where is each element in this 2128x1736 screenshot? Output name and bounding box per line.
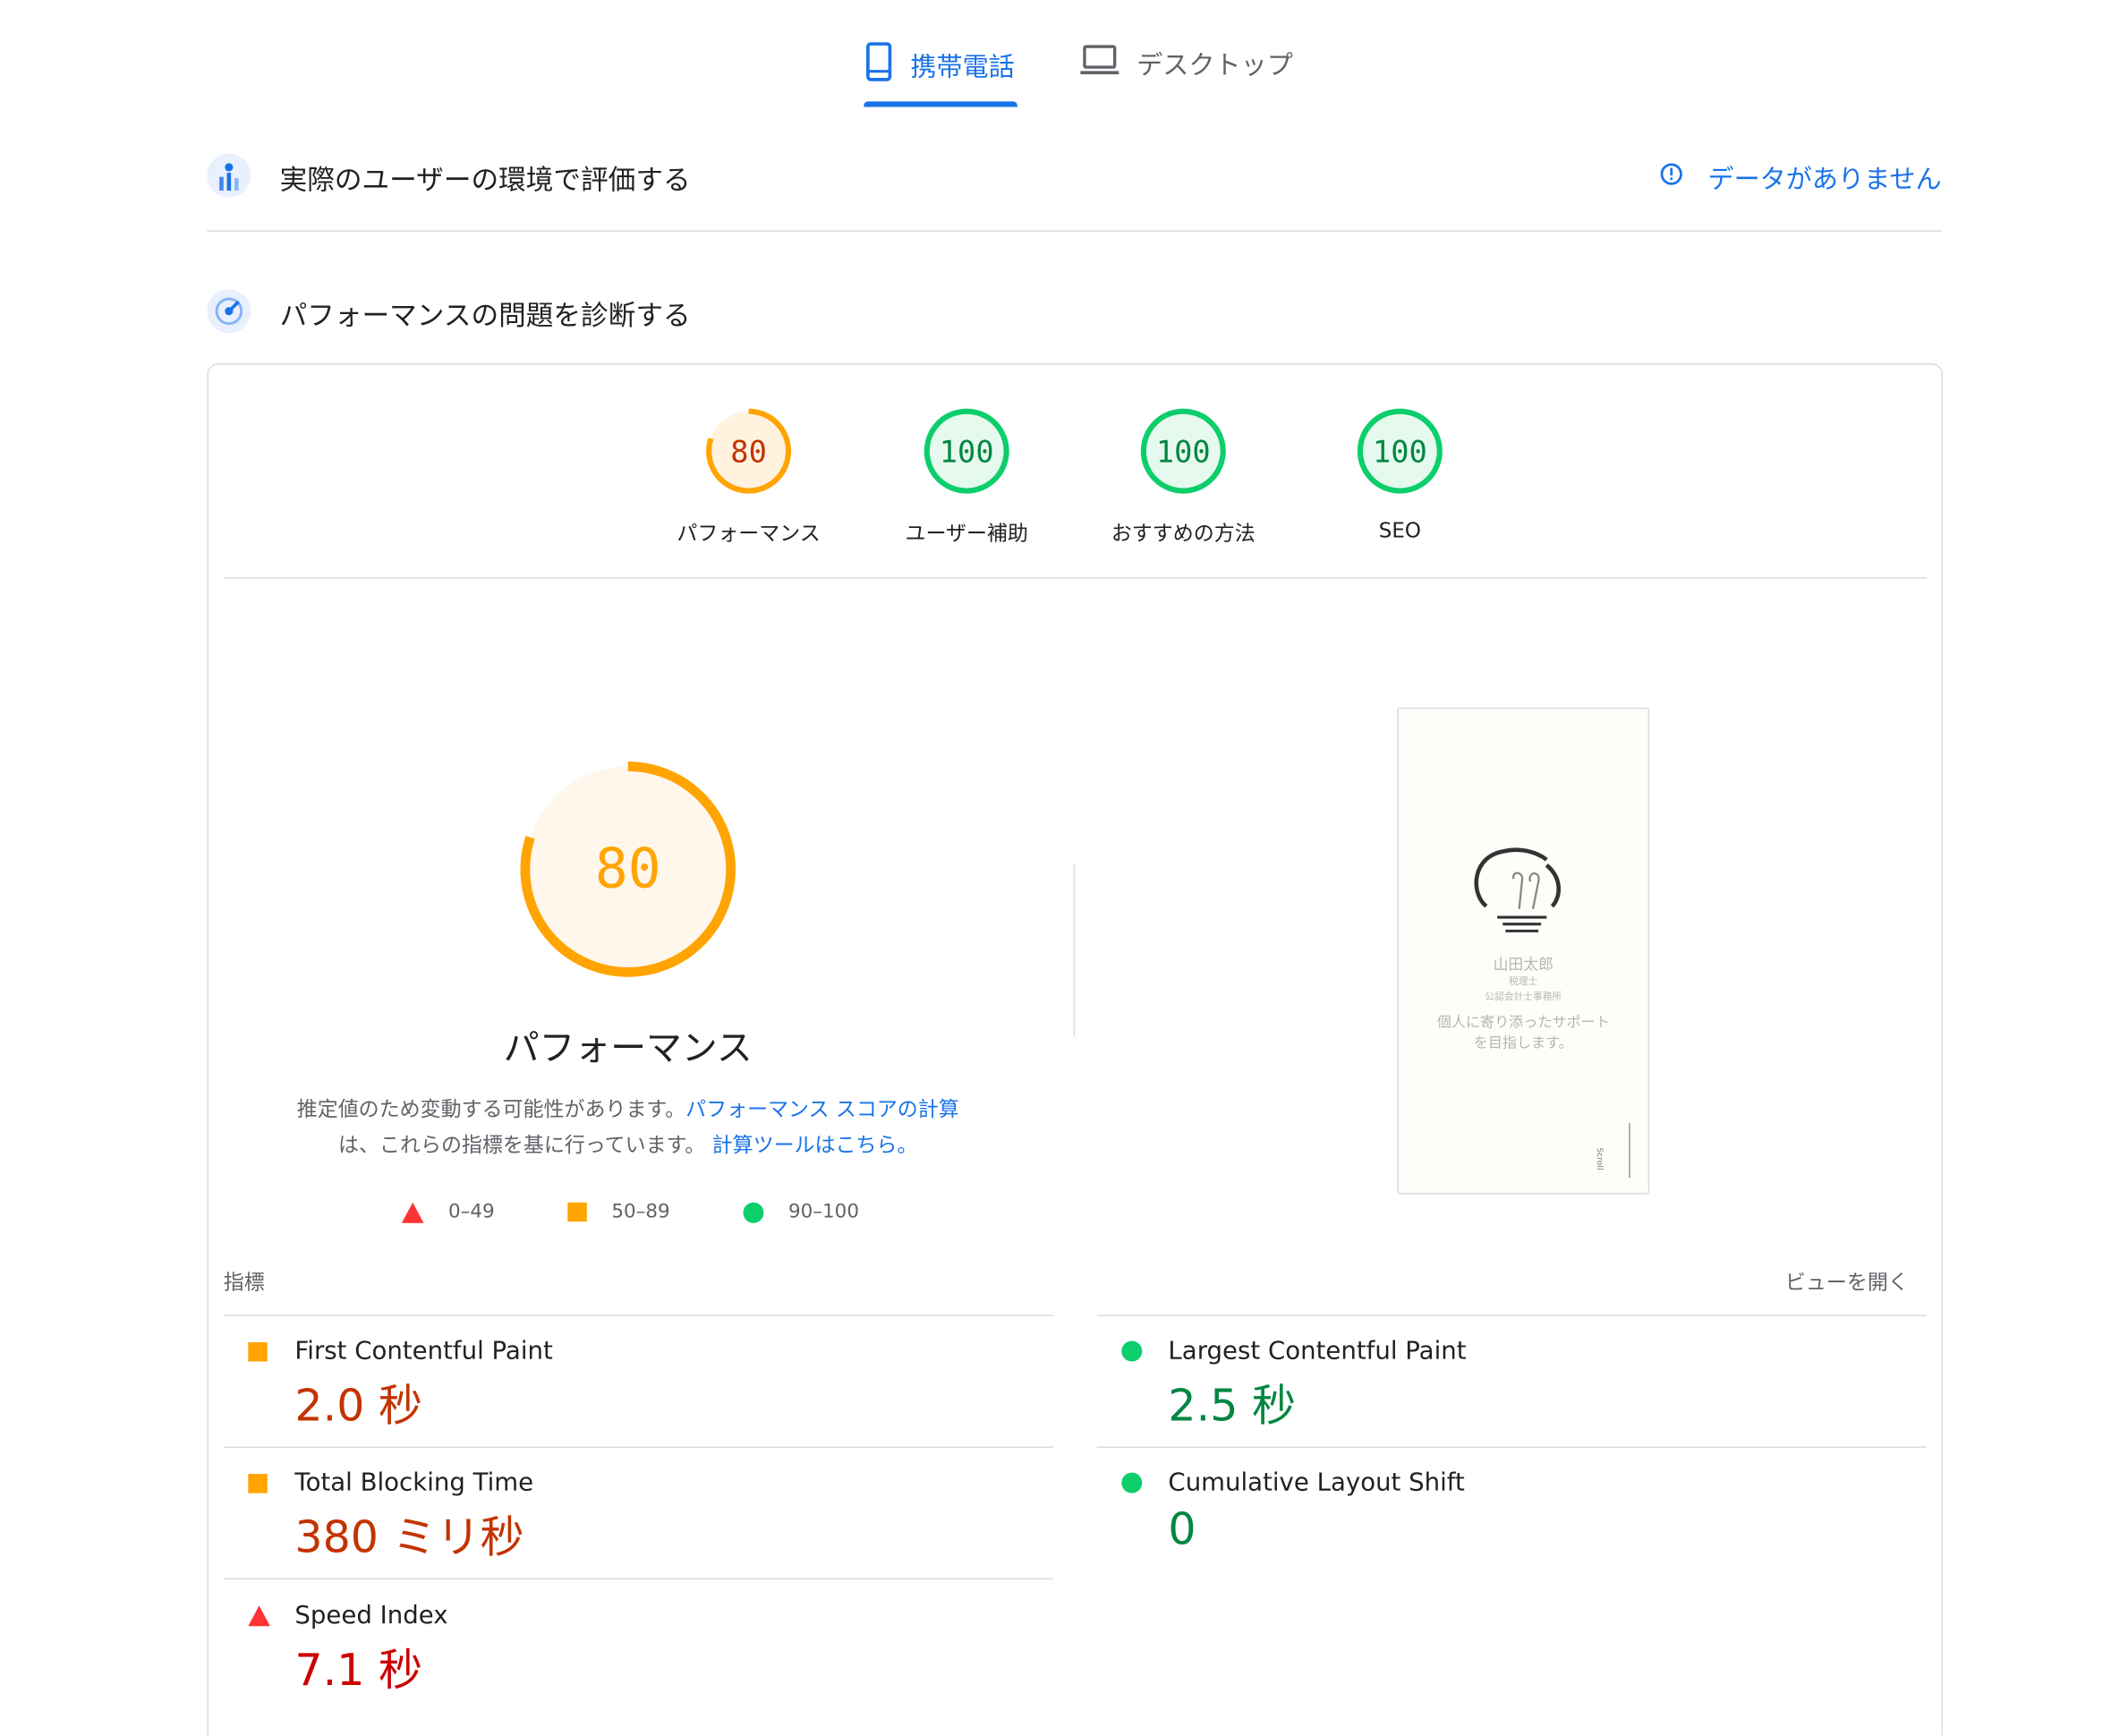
tab-mobile-label: 携帯電話 — [910, 52, 1015, 82]
accessibility-score-ring: 100 — [924, 408, 1009, 494]
metric-name: Cumulative Layout Shift — [1168, 1468, 1465, 1498]
legend-average-label: 50–89 — [611, 1201, 670, 1223]
circle-icon — [743, 1201, 764, 1222]
circle-icon — [1121, 1472, 1143, 1493]
metric-value: 2.5 秒 — [1168, 1379, 1297, 1432]
gauge-label: おすすめの方法 — [1111, 521, 1256, 546]
metric-name: First Contentful Paint — [294, 1336, 553, 1366]
users-chart-icon — [207, 153, 251, 198]
metric-name: Largest Contentful Paint — [1168, 1336, 1467, 1366]
square-icon — [248, 1341, 268, 1361]
tab-desktop[interactable]: デスクトップ — [1079, 41, 1293, 107]
metric-speed-index: Speed Index 7.1 秒 — [224, 1602, 1053, 1699]
legend-fail: 0–49 — [401, 1201, 495, 1223]
screenshot-office: 公認会計士事務所 — [1485, 991, 1562, 1003]
screenshot-scroll-label: Scroll — [1594, 1147, 1605, 1170]
performance-score: 80 — [730, 434, 767, 469]
best-practices-score-ring: 100 — [1140, 408, 1226, 494]
screenshot-tagline-1: 個人に寄り添ったサポート — [1436, 1014, 1610, 1032]
main-performance-gauge: 80 — [520, 762, 736, 977]
gauge-label: SEO — [1378, 518, 1421, 543]
metric-fcp: First Contentful Paint 2.0 秒 — [224, 1337, 1053, 1434]
metrics-divider-left — [223, 1578, 1053, 1580]
description-text-2: は、これらの指標を基に行っています。 — [338, 1132, 706, 1158]
main-performance-score: 80 — [595, 837, 661, 900]
metric-value: 7.1 秒 — [294, 1644, 423, 1697]
no-data-link[interactable]: データがありません — [1658, 159, 1942, 196]
performance-score-ring: 80 — [706, 408, 792, 494]
metrics-label: 指標 — [223, 1269, 265, 1295]
gauges-divider — [223, 577, 1927, 579]
seo-score: 100 — [1373, 434, 1427, 469]
legend-pass-label: 90–100 — [788, 1201, 859, 1223]
info-icon — [1658, 162, 1683, 193]
tab-mobile[interactable]: 携帯電話 — [864, 41, 1015, 107]
field-data-title: 実際のユーザーの環境で評価する — [279, 163, 691, 197]
metrics-divider-right — [1096, 1315, 1927, 1316]
legend-fail-label: 0–49 — [448, 1201, 495, 1223]
gauge-label: ユーザー補助 — [905, 521, 1028, 546]
section-divider — [207, 230, 1942, 232]
metric-value: 2.0 秒 — [294, 1379, 423, 1432]
metric-cls: Cumulative Layout Shift 0 — [1097, 1468, 1927, 1555]
metric-value: 0 — [1168, 1502, 1196, 1555]
gauge-accessibility[interactable]: 100 ユーザー補助 — [857, 406, 1077, 548]
gauge-performance[interactable]: 80 パフォーマンス — [639, 406, 858, 548]
gauge-best-practices[interactable]: 100 おすすめの方法 — [1074, 406, 1293, 548]
gauge-seo[interactable]: 100 SEO — [1290, 406, 1510, 543]
score-description: 推定値のため変動する可能性があります。パフォーマンス スコアの計算 は、これらの… — [224, 1092, 1033, 1163]
diagnose-title: パフォーマンスの問題を診断する — [279, 299, 691, 332]
metrics-divider-left — [223, 1315, 1053, 1316]
triangle-icon — [401, 1201, 424, 1222]
active-tab-indicator — [864, 101, 1017, 107]
seo-score-ring: 100 — [1357, 408, 1443, 494]
phone-icon — [864, 41, 894, 89]
screenshot-name: 山田太郎 — [1493, 955, 1553, 974]
legend-pass: 90–100 — [743, 1201, 859, 1223]
best-practices-score: 100 — [1156, 434, 1211, 469]
scroll-arrow-icon — [1629, 1122, 1630, 1179]
legend-average: 50–89 — [567, 1201, 670, 1223]
expand-view-toggle[interactable]: ビューを開く — [1785, 1267, 1909, 1296]
circle-icon — [1121, 1340, 1143, 1362]
vertical-divider — [1073, 864, 1076, 1037]
square-icon — [248, 1473, 268, 1493]
square-icon — [567, 1202, 587, 1222]
screenshot-tagline-2: を目指します。 — [1473, 1034, 1573, 1052]
tab-desktop-label: デスクトップ — [1136, 50, 1293, 81]
laptop-icon — [1079, 41, 1120, 83]
metric-lcp: Largest Contentful Paint 2.5 秒 — [1097, 1337, 1927, 1434]
metric-tbt: Total Blocking Time 380 ミリ秒 — [224, 1468, 1053, 1566]
metric-value: 380 ミリ秒 — [294, 1510, 524, 1563]
main-performance-title: パフォーマンス — [503, 1028, 753, 1070]
accessibility-score: 100 — [940, 434, 994, 469]
metrics-divider-left — [223, 1446, 1053, 1449]
gauge-label: パフォーマンス — [677, 521, 821, 546]
page-screenshot: 山田太郎 税理士 公認会計士事務所 個人に寄り添ったサポート を目指します。 S… — [1397, 707, 1650, 1195]
screenshot-role: 税理士 — [1509, 975, 1538, 988]
calculator-link[interactable]: 計算ツールはこちら。 — [712, 1133, 918, 1158]
description-text-1: 推定値のため変動する可能性があります。 — [296, 1096, 686, 1122]
triangle-icon — [248, 1605, 270, 1627]
metric-name: Total Blocking Time — [294, 1468, 534, 1498]
no-data-label: データがありません — [1707, 164, 1942, 195]
metrics-divider-right — [1096, 1446, 1927, 1449]
diagnose-gauge-icon — [207, 289, 251, 334]
score-calculation-link[interactable]: パフォーマンス スコアの計算 — [685, 1097, 959, 1122]
lightbulb-logo-icon — [1474, 847, 1562, 932]
metric-name: Speed Index — [294, 1601, 448, 1630]
